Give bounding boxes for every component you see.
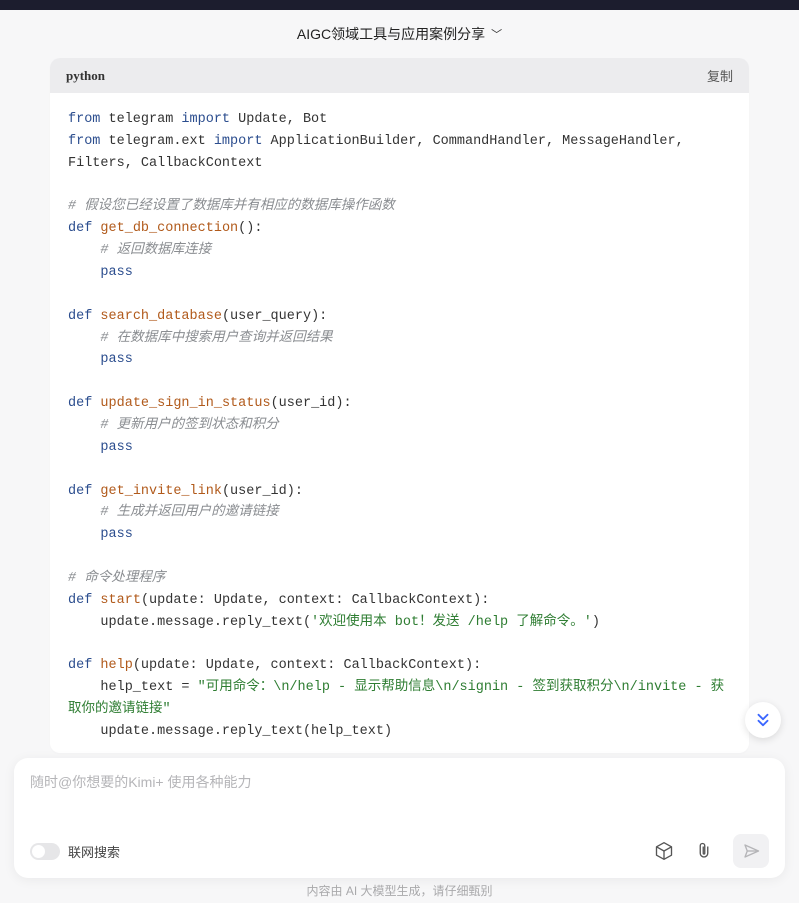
code-token: def [68,658,92,673]
code-token: Update, Bot [230,112,327,127]
code-token: help_text = [68,680,198,695]
code-token [68,265,100,280]
code-token: pass [100,440,132,455]
code-token: start [100,593,141,608]
code-token: (update: Update, context: CallbackContex… [133,658,481,673]
code-token: get_db_connection [100,221,238,236]
code-token: (update: Update, context: CallbackContex… [141,593,489,608]
toggle-switch[interactable] [30,843,60,860]
code-token: pass [100,527,132,542]
chat-input-placeholder: 随时@你想要的Kimi+ 使用各种能力 [30,772,769,792]
ai-disclaimer: 内容由 AI 大模型生成，请仔细甄别 [0,882,799,899]
code-token: from [68,134,100,149]
cube-icon[interactable] [653,840,675,862]
code-token: telegram.ext [100,134,213,149]
code-token: pass [100,352,132,367]
code-token: telegram [100,112,181,127]
code-token: update.message.reply_text(help_text) [68,724,392,739]
code-token [68,440,100,455]
code-token: get_invite_link [100,484,222,499]
code-token: def [68,221,92,236]
code-token: (user_id): [271,396,352,411]
web-search-label: 联网搜索 [68,842,120,861]
code-comment: # 命令处理程序 [68,571,165,586]
code-comment: # 生成并返回用户的邀请链接 [68,505,279,520]
code-comment: # 更新用户的签到状态和积分 [68,418,279,433]
double-chevron-down-icon [754,711,772,729]
code-token: def [68,396,92,411]
scroll-to-bottom-button[interactable] [745,702,781,738]
attachment-icon[interactable] [693,840,715,862]
send-button[interactable] [733,834,769,868]
send-icon [742,842,760,860]
code-token: pass [100,265,132,280]
code-token: (user_query): [222,309,327,324]
copy-button[interactable]: 复制 [707,66,733,85]
code-token: def [68,484,92,499]
code-block-header: python 复制 [50,58,749,93]
code-token: (user_id): [222,484,303,499]
code-token [68,527,100,542]
code-token: ) [592,615,600,630]
code-body: from telegram import Update, Bot from te… [50,93,749,753]
chat-area: python 复制 from telegram import Update, B… [0,58,799,753]
code-comment: # 在数据库中搜索用户查询并返回结果 [68,331,333,346]
code-token: update_sign_in_status [100,396,270,411]
input-right-icons [653,834,769,868]
chevron-down-icon: ﹀ [491,26,502,42]
code-comment: # 返回数据库连接 [68,243,211,258]
code-token: import [181,112,230,127]
code-token: from [68,112,100,127]
code-token: import [214,134,263,149]
chat-title-bar[interactable]: AIGC领域工具与应用案例分享 ﹀ [0,10,799,58]
code-language-label: python [66,68,105,84]
code-token: '欢迎使用本 bot！发送 /help 了解命令。' [311,615,592,630]
code-token: search_database [100,309,222,324]
code-comment: # 假设您已经设置了数据库并有相应的数据库操作函数 [68,199,395,214]
code-token: update.message.reply_text( [68,615,311,630]
code-block: python 复制 from telegram import Update, B… [50,58,749,753]
code-token [68,352,100,367]
window-top-bar [0,0,799,10]
input-toolbar: 联网搜索 [30,834,769,868]
code-token: help [100,658,132,673]
code-token: def [68,309,92,324]
web-search-toggle[interactable]: 联网搜索 [30,842,120,861]
code-token: def [68,593,92,608]
chat-input-box[interactable]: 随时@你想要的Kimi+ 使用各种能力 联网搜索 [14,758,785,878]
chat-title: AIGC领域工具与应用案例分享 [297,24,485,44]
code-token: (): [238,221,262,236]
